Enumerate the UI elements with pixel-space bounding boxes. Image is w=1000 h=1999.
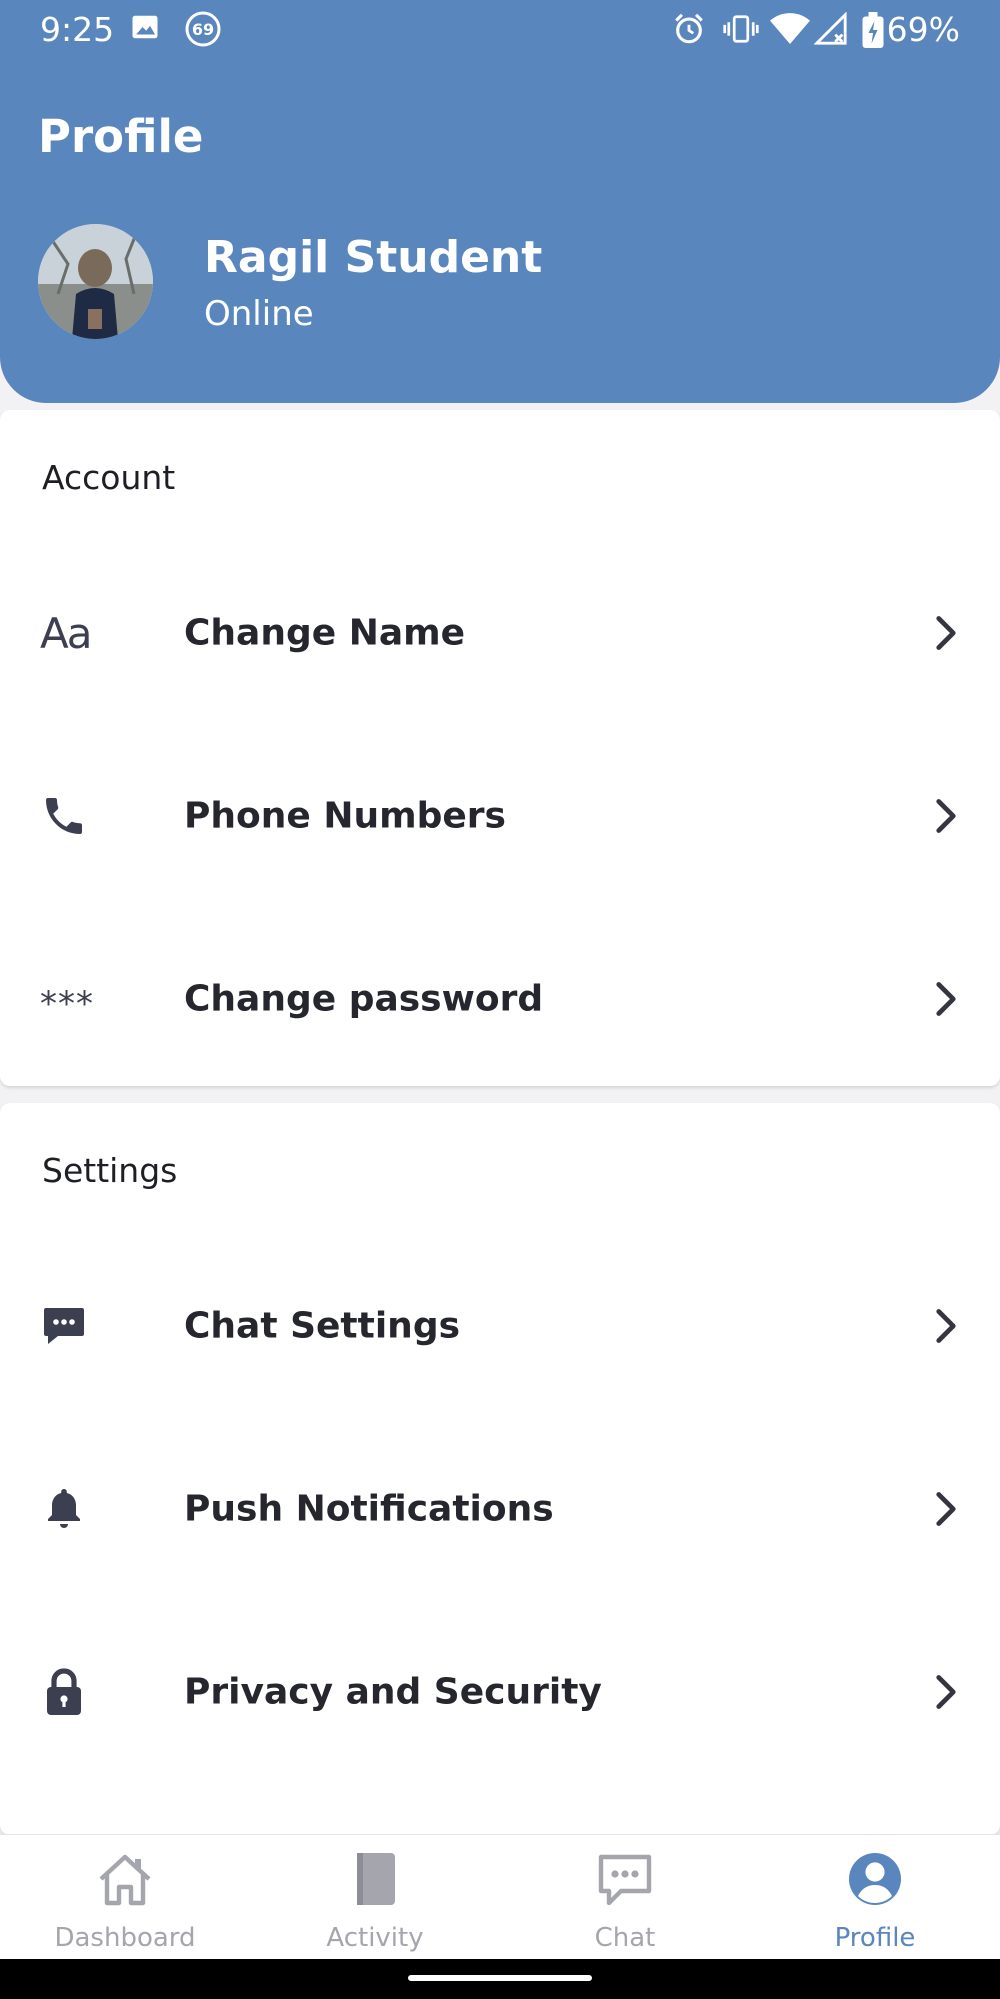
- chevron-right-icon: [936, 982, 956, 1016]
- signal-icon: [814, 12, 847, 45]
- privacy-security-row[interactable]: Privacy and Security: [0, 1622, 1000, 1762]
- change-name-row[interactable]: Aa Change Name: [0, 563, 1000, 703]
- status-time: 9:25: [40, 10, 115, 49]
- row-label: Phone Numbers: [184, 795, 506, 837]
- vibrate-icon: [723, 15, 759, 43]
- lock-icon: [40, 1664, 96, 1720]
- badge-69-icon: 69: [185, 11, 221, 47]
- phone-icon: [40, 788, 96, 844]
- bell-icon: [40, 1481, 96, 1537]
- chat-icon: [598, 1854, 652, 1906]
- row-label: Change Name: [184, 612, 466, 654]
- svg-text:69: 69: [192, 20, 214, 39]
- nav-label: Chat: [594, 1923, 656, 1953]
- row-label: Privacy and Security: [184, 1671, 602, 1713]
- row-label: Push Notifications: [184, 1488, 554, 1530]
- page-title: Profile: [38, 110, 204, 163]
- nav-activity[interactable]: Activity: [250, 1835, 500, 1960]
- image-icon: [132, 15, 158, 39]
- chevron-right-icon: [936, 1675, 956, 1709]
- chat-settings-row[interactable]: Chat Settings: [0, 1256, 1000, 1396]
- user-status: Online: [204, 294, 314, 334]
- chevron-right-icon: [936, 616, 956, 650]
- book-icon: [357, 1853, 395, 1905]
- section-title-settings: Settings: [42, 1151, 178, 1190]
- alarm-icon: [675, 13, 703, 44]
- row-label: Change password: [184, 978, 544, 1020]
- battery-percentage: 69%: [886, 10, 960, 49]
- profile-screen: 9:25 69 69% Profile Ragil Student Online…: [0, 0, 1000, 1999]
- user-name: Ragil Student: [204, 232, 543, 283]
- row-label: Chat Settings: [184, 1305, 461, 1347]
- avatar[interactable]: [38, 224, 153, 339]
- push-notifications-row[interactable]: Push Notifications: [0, 1439, 1000, 1579]
- wifi-icon: [770, 13, 810, 44]
- status-bar: 9:25 69 69%: [0, 0, 1000, 64]
- phone-numbers-row[interactable]: Phone Numbers: [0, 746, 1000, 886]
- system-gesture-bar: [0, 1959, 1000, 1999]
- change-password-row[interactable]: *** Change password: [0, 929, 1000, 1069]
- home-icon: [99, 1854, 151, 1906]
- battery-charging-icon: [862, 12, 884, 48]
- nav-label: Profile: [834, 1923, 916, 1953]
- nav-dashboard[interactable]: Dashboard: [0, 1835, 250, 1960]
- settings-section: Settings Chat Settings Push Notification…: [0, 1103, 1000, 1835]
- profile-header: 9:25 69 69% Profile Ragil Student Online: [0, 0, 1000, 403]
- nav-label: Dashboard: [54, 1923, 196, 1953]
- account-section: Account Aa Change Name Phone Numbers ***…: [0, 410, 1000, 1086]
- chevron-right-icon: [936, 1492, 956, 1526]
- password-icon: ***: [40, 984, 94, 1024]
- nav-label: Activity: [326, 1923, 424, 1953]
- nav-profile[interactable]: Profile: [750, 1835, 1000, 1960]
- text-format-icon: Aa: [40, 608, 92, 658]
- nav-chat[interactable]: Chat: [500, 1835, 750, 1960]
- chevron-right-icon: [936, 799, 956, 833]
- user-icon: [849, 1853, 901, 1905]
- section-title-account: Account: [42, 458, 176, 497]
- bottom-navigation: Dashboard Activity Chat Profile: [0, 1834, 1000, 1959]
- home-gesture-handle[interactable]: [408, 1975, 592, 1981]
- chat-bubble-icon: [40, 1298, 96, 1354]
- chevron-right-icon: [936, 1309, 956, 1343]
